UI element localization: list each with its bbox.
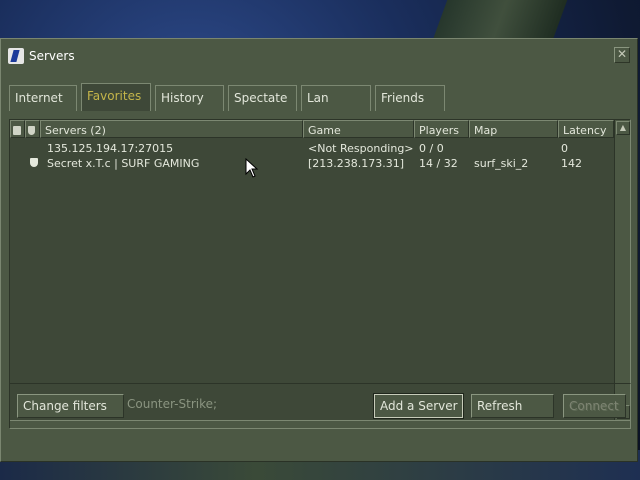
column-latency[interactable]: Latency xyxy=(558,120,614,138)
tab-favorites[interactable]: Favorites xyxy=(81,83,151,111)
server-latency: 0 xyxy=(561,142,568,155)
table-row[interactable]: Secret x.T.c | SURF GAMING [213.238.173.… xyxy=(10,155,614,170)
column-players[interactable]: Players xyxy=(414,120,469,138)
tab-internet[interactable]: Internet xyxy=(9,85,77,111)
server-game: <Not Responding> xyxy=(308,142,414,155)
column-map[interactable]: Map xyxy=(469,120,558,138)
server-map: surf_ski_2 xyxy=(474,157,529,170)
tab-spectate[interactable]: Spectate xyxy=(228,85,297,111)
server-rows: 135.125.194.17:27015 <Not Responding> 0 … xyxy=(10,140,614,170)
column-servers[interactable]: Servers (2) xyxy=(40,120,303,138)
lock-icon xyxy=(13,126,21,135)
shield-icon xyxy=(28,126,35,135)
column-secure[interactable] xyxy=(25,120,40,138)
background-art xyxy=(432,0,568,40)
change-filters-button[interactable]: Change filters xyxy=(17,394,124,418)
list-header: Servers (2) Game Players Map Latency xyxy=(10,120,614,138)
tab-history[interactable]: History xyxy=(155,85,224,111)
connect-button[interactable]: Connect xyxy=(563,394,626,418)
tab-friends[interactable]: Friends xyxy=(375,85,445,111)
scroll-up-arrow-icon[interactable]: ▲ xyxy=(616,121,630,135)
tab-bar: Internet Favorites History Spectate Lan … xyxy=(9,83,449,111)
server-latency: 142 xyxy=(561,157,582,170)
window-title: Servers xyxy=(29,49,75,63)
mouse-cursor-icon xyxy=(245,158,259,178)
table-row[interactable]: 135.125.194.17:27015 <Not Responding> 0 … xyxy=(10,140,614,155)
server-name: 135.125.194.17:27015 xyxy=(47,142,174,155)
refresh-button[interactable]: Refresh xyxy=(471,394,554,418)
tab-lan[interactable]: Lan xyxy=(301,85,371,111)
servers-window: Servers ✕ Internet Favorites History Spe… xyxy=(0,38,638,462)
server-players: 14 / 32 xyxy=(419,157,458,170)
filter-bar: Change filters Counter-Strike; Add a Ser… xyxy=(9,383,631,429)
filter-text: Counter-Strike; xyxy=(127,397,218,411)
add-server-button[interactable]: Add a Server xyxy=(373,393,464,419)
vertical-scrollbar[interactable]: ▲ ▼ xyxy=(614,120,630,420)
server-game: [213.238.173.31] xyxy=(308,157,405,170)
server-name: Secret x.T.c | SURF GAMING xyxy=(47,157,200,170)
title-bar[interactable]: Servers ✕ xyxy=(1,39,637,73)
column-password[interactable] xyxy=(10,120,25,138)
secure-shield-icon xyxy=(30,158,38,167)
close-button[interactable]: ✕ xyxy=(614,47,630,63)
server-players: 0 / 0 xyxy=(419,142,444,155)
counter-strike-icon xyxy=(8,48,24,64)
column-game[interactable]: Game xyxy=(303,120,414,138)
server-list[interactable]: Servers (2) Game Players Map Latency 135… xyxy=(9,119,631,421)
